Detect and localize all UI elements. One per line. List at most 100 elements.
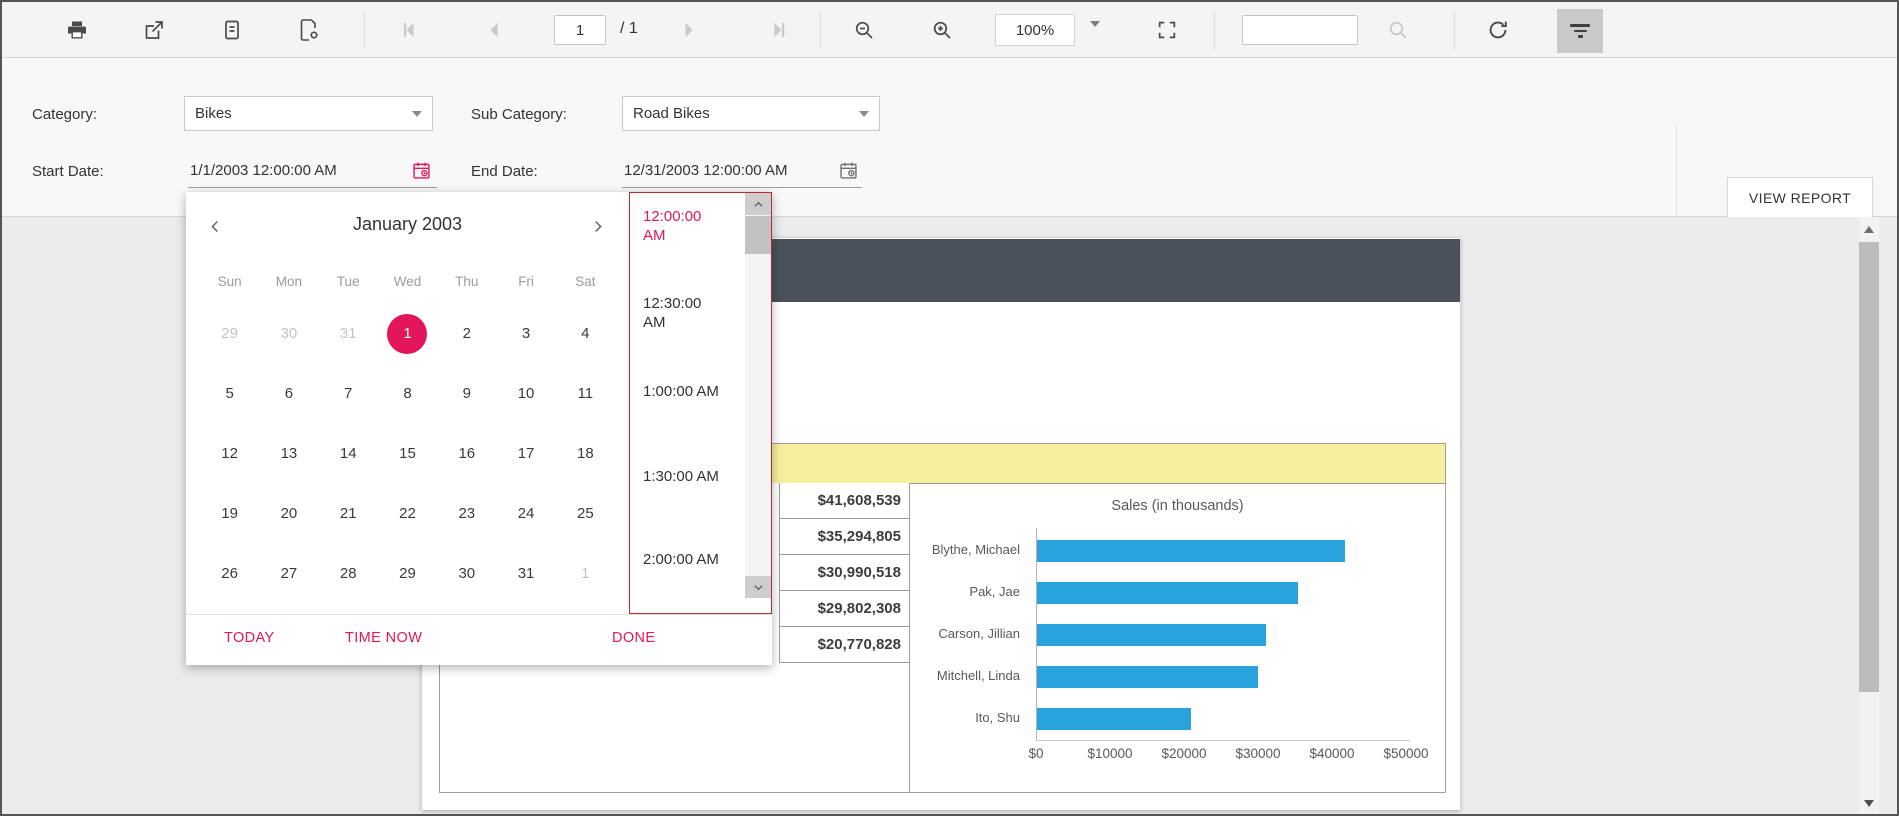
chevron-down-icon <box>412 111 422 117</box>
calendar-day[interactable]: 1 <box>556 544 615 604</box>
calendar-day[interactable]: 10 <box>496 364 555 424</box>
fit-to-page-button[interactable] <box>1145 9 1189 51</box>
time-scroll-down-button[interactable] <box>745 576 771 598</box>
today-button[interactable]: TODAY <box>224 630 275 646</box>
weekday-label: Tue <box>336 274 360 289</box>
calendar-day[interactable]: 31 <box>496 544 555 604</box>
time-option[interactable]: 2:00:00 AM <box>643 550 719 569</box>
last-page-icon <box>768 18 792 42</box>
start-date-input[interactable] <box>188 153 437 188</box>
category-dropdown[interactable]: Bikes <box>184 96 433 131</box>
time-option[interactable]: 12:00:00 AM <box>643 207 719 245</box>
zoom-level-display[interactable]: 100% <box>995 14 1075 46</box>
day-number: 14 <box>339 445 357 462</box>
fit-to-page-icon <box>1156 19 1178 41</box>
calendar-day[interactable]: 30 <box>259 304 318 364</box>
report-body-button[interactable] <box>210 9 254 51</box>
sub-category-dropdown[interactable]: Road Bikes <box>622 96 880 131</box>
scroll-up-icon[interactable] <box>1864 226 1874 233</box>
time-option[interactable]: 1:30:00 AM <box>643 467 719 486</box>
search-button[interactable] <box>1376 9 1420 51</box>
weekday-label: Wed <box>393 274 422 289</box>
day-number: 29 <box>399 565 416 582</box>
next-month-button[interactable] <box>582 214 612 238</box>
zoom-in-button[interactable] <box>920 9 964 51</box>
calendar-day[interactable]: 25 <box>556 484 615 544</box>
day-number: 19 <box>221 505 238 522</box>
scrollbar-thumb[interactable] <box>1859 242 1879 692</box>
calendar-day[interactable]: 14 <box>319 424 378 484</box>
chart-tick-label: $0 <box>1028 746 1044 761</box>
export-button[interactable] <box>132 9 176 51</box>
calendar-day[interactable]: 16 <box>437 424 496 484</box>
calendar-day[interactable]: 4 <box>556 304 615 364</box>
calendar-day[interactable]: 12 <box>200 424 259 484</box>
calendar-day[interactable]: 9 <box>437 364 496 424</box>
calendar-day[interactable]: 30 <box>437 544 496 604</box>
day-number: 21 <box>339 505 357 522</box>
page-setup-button[interactable] <box>287 9 331 51</box>
day-number: 22 <box>399 505 416 522</box>
time-option[interactable]: 12:30:00 AM <box>643 294 719 332</box>
time-scrollbar-thumb[interactable] <box>745 216 771 254</box>
calendar-day[interactable]: 21 <box>319 484 378 544</box>
calendar-day[interactable]: 17 <box>496 424 555 484</box>
calendar-day[interactable]: 31 <box>319 304 378 364</box>
zoom-out-button[interactable] <box>842 9 886 51</box>
selected-day: 1 <box>387 314 428 354</box>
day-number: 3 <box>521 325 531 342</box>
calendar-day[interactable]: 23 <box>437 484 496 544</box>
page-total-label: / 1 <box>620 20 638 37</box>
sales-values-column: $41,608,539 $35,294,805 $30,990,518 $29,802… <box>779 483 909 663</box>
vertical-scrollbar[interactable] <box>1859 217 1879 814</box>
calendar-day[interactable]: 24 <box>496 484 555 544</box>
chevron-down-icon <box>859 111 869 117</box>
day-number: 31 <box>517 565 535 582</box>
calendar-day[interactable]: 2 <box>437 304 496 364</box>
calendar-day[interactable]: 27 <box>259 544 318 604</box>
calendar-day[interactable]: 15 <box>378 424 437 484</box>
view-report-button[interactable]: VIEW REPORT <box>1727 177 1873 219</box>
previous-page-button[interactable] <box>472 9 516 51</box>
calendar-clock-icon <box>838 160 859 181</box>
first-page-button[interactable] <box>386 9 430 51</box>
zoom-dropdown-button[interactable] <box>1090 21 1100 45</box>
calendar-day[interactable]: 29 <box>200 304 259 364</box>
calendar-day[interactable]: 22 <box>378 484 437 544</box>
print-button[interactable] <box>55 9 99 51</box>
calendar-day[interactable]: 26 <box>200 544 259 604</box>
chart-tick-label: $40000 <box>1309 746 1355 761</box>
calendar-day[interactable]: 13 <box>259 424 318 484</box>
filter-parameters-button[interactable] <box>1557 9 1603 53</box>
calendar-day[interactable]: 1 <box>378 304 437 364</box>
calendar-day[interactable]: 29 <box>378 544 437 604</box>
end-date-calendar-button[interactable] <box>835 157 861 183</box>
scroll-down-icon[interactable] <box>1864 800 1874 807</box>
time-now-button[interactable]: TIME NOW <box>345 630 422 646</box>
next-page-button[interactable] <box>667 9 711 51</box>
time-scroll-up-button[interactable] <box>745 193 771 215</box>
calendar-day[interactable]: 28 <box>319 544 378 604</box>
calendar-day[interactable]: 8 <box>378 364 437 424</box>
day-number: 30 <box>280 325 298 342</box>
calendar-day[interactable]: 11 <box>556 364 615 424</box>
page-number-input[interactable] <box>554 15 606 45</box>
search-input[interactable] <box>1242 15 1358 45</box>
calendar-day[interactable]: 18 <box>556 424 615 484</box>
calendar-day[interactable]: 5 <box>200 364 259 424</box>
start-date-calendar-button[interactable] <box>408 157 434 183</box>
end-date-input[interactable] <box>622 153 862 188</box>
done-button[interactable]: DONE <box>612 630 656 646</box>
zoom-in-icon <box>930 18 954 42</box>
last-page-button[interactable] <box>758 9 802 51</box>
chevron-up-icon <box>753 199 764 210</box>
calendar-day[interactable]: 7 <box>319 364 378 424</box>
calendar-day[interactable]: 3 <box>496 304 555 364</box>
calendar-day[interactable]: 6 <box>259 364 318 424</box>
calendar-day[interactable]: 19 <box>200 484 259 544</box>
time-scrollbar[interactable] <box>745 193 771 598</box>
refresh-button[interactable] <box>1476 9 1520 51</box>
time-option[interactable]: 1:00:00 AM <box>643 382 719 401</box>
calendar-day[interactable]: 20 <box>259 484 318 544</box>
calendar-month-title[interactable]: January 2003 <box>186 214 629 235</box>
